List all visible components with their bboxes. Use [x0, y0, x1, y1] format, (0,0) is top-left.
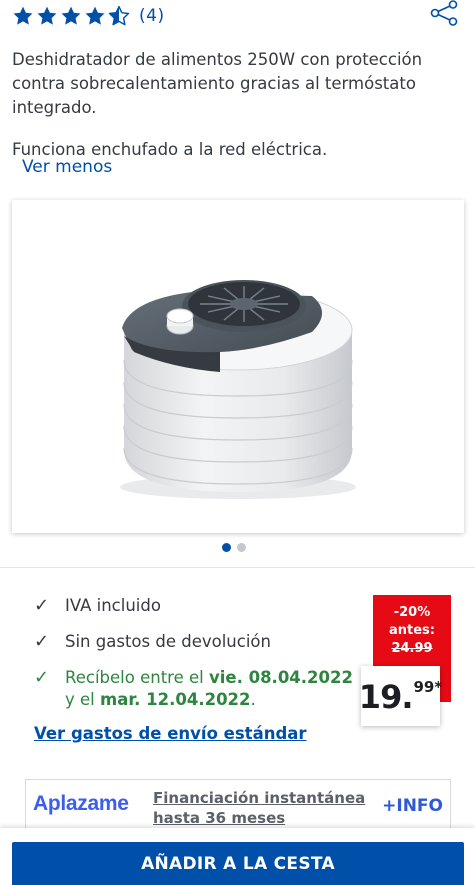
- rating-row[interactable]: (4): [12, 2, 165, 30]
- delivery-suffix: .: [250, 690, 256, 709]
- financing-info-button[interactable]: +INFO: [382, 796, 443, 816]
- star-half-icon: [108, 5, 130, 26]
- delivery-date-end: mar. 12.04.2022: [100, 690, 251, 709]
- gallery-dot-active[interactable]: [222, 543, 231, 552]
- show-less-link[interactable]: Ver menos: [22, 157, 112, 177]
- price-cents: 99*: [413, 678, 443, 696]
- old-price: 24.99: [391, 641, 433, 656]
- delivery-text: Recíbelo entre el vie. 08.04.2022 y el m…: [65, 667, 354, 711]
- description-paragraph: Deshidratador de alimentos 250W con prot…: [12, 50, 423, 117]
- delivery-date-start: vie. 08.04.2022: [208, 668, 353, 687]
- financing-banner[interactable]: Aplazame Financiación instantánea hasta …: [25, 779, 451, 831]
- benefit-vat: IVA incluido: [65, 596, 161, 615]
- aplazame-logo: Aplazame: [33, 792, 129, 815]
- gallery-dot[interactable]: [237, 543, 246, 552]
- product-image-gallery[interactable]: [12, 200, 464, 533]
- shipping-costs-link[interactable]: Ver gastos de envío estándar: [34, 724, 307, 743]
- discount-percent: -20%: [393, 605, 431, 620]
- benefit-returns: Sin gastos de devolución: [65, 632, 271, 651]
- star-full-icon: [85, 6, 105, 25]
- star-full-icon: [13, 6, 33, 25]
- star-full-icon: [37, 6, 57, 25]
- star-full-icon: [61, 6, 81, 25]
- financing-link[interactable]: Financiación instantánea hasta 36 meses: [153, 788, 378, 828]
- bottom-action-bar: AÑADIR A LA CESTA: [0, 828, 475, 885]
- share-icon[interactable]: [429, 0, 459, 26]
- checkmark-icon: ✓: [34, 667, 50, 688]
- price-box: 19. 99*: [358, 666, 443, 726]
- divider: [0, 567, 475, 568]
- checkmark-icon: ✓: [34, 631, 50, 652]
- benefits-list: ✓ IVA incluido ✓ Sin gastos de devolució…: [34, 595, 354, 725]
- checkmark-icon: ✓: [34, 595, 50, 616]
- rating-count[interactable]: (4): [139, 6, 165, 26]
- add-to-cart-button[interactable]: AÑADIR A LA CESTA: [12, 842, 464, 885]
- product-description: Deshidratador de alimentos 250W con prot…: [12, 48, 452, 162]
- benefit-delivery: ✓ Recíbelo entre el vie. 08.04.2022 y el…: [34, 667, 354, 711]
- rating-stars: [12, 5, 130, 27]
- gallery-pagination[interactable]: [222, 543, 246, 552]
- delivery-middle: y el: [65, 690, 95, 709]
- product-image: [120, 280, 356, 499]
- benefit-item: ✓ IVA incluido: [34, 595, 354, 617]
- delivery-prefix: Recíbelo entre el: [65, 668, 204, 687]
- benefit-item: ✓ Sin gastos de devolución: [34, 631, 354, 653]
- price-main: 19.: [358, 678, 414, 716]
- before-label: antes:: [389, 623, 435, 638]
